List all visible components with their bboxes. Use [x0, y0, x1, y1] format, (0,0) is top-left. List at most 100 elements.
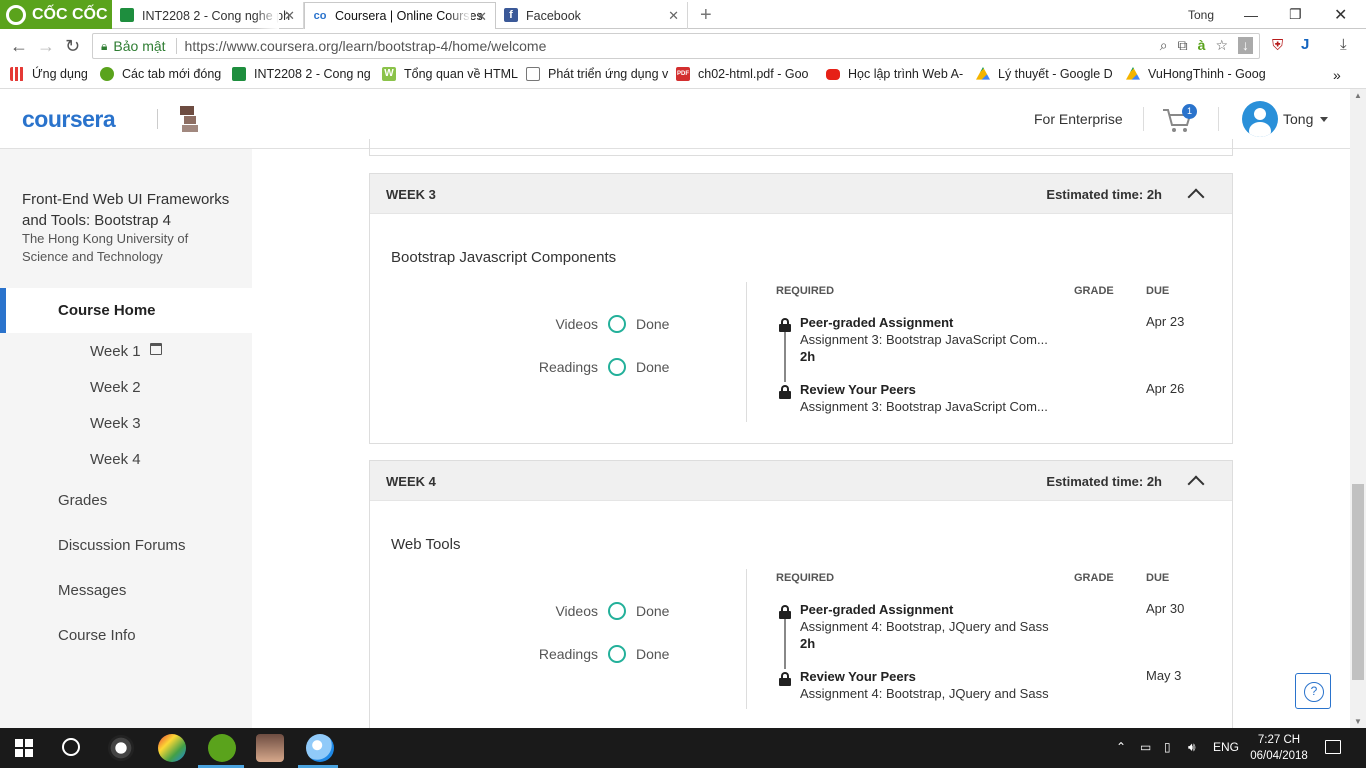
caret-down-icon[interactable]: [1320, 117, 1328, 122]
game-app-icon[interactable]: [256, 734, 284, 762]
close-tab-icon[interactable]: ✕: [284, 8, 295, 24]
due-date: May 3: [1146, 668, 1182, 683]
close-window-icon[interactable]: ✕: [1334, 0, 1347, 29]
translate-icon[interactable]: ⧉: [1178, 37, 1188, 54]
battery-icon[interactable]: ▯: [1164, 740, 1171, 754]
sheets-icon: [120, 8, 134, 22]
assignment-item[interactable]: Review Your Peers Assignment 4: Bootstra…: [800, 668, 1049, 702]
week-3-card: WEEK 3 Estimated time: 2h Bootstrap Java…: [369, 173, 1233, 444]
sidebar-item-course-info[interactable]: Course Info: [58, 627, 136, 644]
bootstrap-course-logo-icon[interactable]: [178, 104, 202, 134]
ublock-icon[interactable]: ⛨: [1272, 37, 1283, 54]
notification-icon[interactable]: [1325, 740, 1341, 754]
due-date: Apr 30: [1146, 601, 1185, 616]
coursera-favicon-icon: co: [313, 9, 327, 23]
bookmark-youtube[interactable]: Học lập trình Web A-: [826, 67, 963, 81]
forward-arrow-icon[interactable]: →: [37, 36, 55, 57]
browser-brand-button[interactable]: CỐC CỐC: [0, 0, 112, 29]
tab-coursera[interactable]: co Coursera | Online Courses ✕: [304, 2, 496, 29]
tab-bar: CỐC CỐC INT2208 2 - Cong nghe ph ✕ co Co…: [0, 0, 1366, 29]
scroll-down-icon[interactable]: ▼: [1354, 717, 1362, 726]
download-icon[interactable]: ↓: [1238, 37, 1253, 54]
show-hidden-icons-icon[interactable]: ⌃: [1116, 740, 1126, 754]
assignment-item[interactable]: Peer-graded Assignment Assignment 4: Boo…: [800, 601, 1049, 652]
close-tab-icon[interactable]: ✕: [668, 8, 679, 24]
coccoc-logo-icon: [6, 4, 26, 25]
network-icon[interactable]: ▭: [1140, 740, 1151, 754]
url-text[interactable]: https://www.coursera.org/learn/bootstrap…: [185, 38, 547, 54]
sidebar-item-week-3[interactable]: Week 3: [90, 415, 141, 432]
username[interactable]: Tong: [1283, 111, 1313, 127]
progress-readings: Readings Done: [538, 645, 670, 663]
bookmark-ly-thuyet[interactable]: Lý thuyết - Google D: [976, 67, 1113, 81]
help-button[interactable]: ?: [1295, 673, 1331, 709]
bookmark-html[interactable]: W Tổng quan về HTML: [382, 67, 518, 81]
assignment-item[interactable]: Review Your Peers Assignment 3: Bootstra…: [800, 381, 1048, 415]
language-indicator[interactable]: ENG: [1213, 740, 1239, 754]
paint-app-icon[interactable]: [306, 734, 334, 762]
volume-icon[interactable]: 🔊︎: [1188, 740, 1196, 755]
chevron-up-icon[interactable]: [1187, 188, 1205, 206]
bookmark-pdf[interactable]: PDF ch02-html.pdf - Goo: [676, 67, 808, 81]
tab-int2208[interactable]: INT2208 2 - Cong nghe ph ✕: [112, 2, 304, 29]
clock[interactable]: 7:27 CH 06/04/2018: [1248, 732, 1310, 764]
tab-label: Facebook: [526, 8, 581, 23]
more-bookmarks-icon[interactable]: »: [1333, 67, 1341, 83]
bookmark-closed-tabs[interactable]: Các tab mới đóng: [100, 67, 221, 81]
sidebar-item-week-1[interactable]: Week 1: [90, 343, 141, 360]
minimize-icon[interactable]: —: [1244, 0, 1258, 29]
week-label: WEEK 4: [386, 474, 436, 489]
bookmark-apps[interactable]: Ứng dụng: [10, 67, 88, 81]
color-app-icon[interactable]: [158, 734, 186, 762]
search-icon[interactable]: [62, 738, 80, 756]
bookmark-vuhongthinh[interactable]: VuHongThinh - Goog: [1126, 67, 1266, 81]
tab-facebook[interactable]: f Facebook ✕: [496, 2, 688, 29]
avatar[interactable]: [1242, 101, 1278, 137]
help-question-icon: ?: [1304, 682, 1324, 702]
scroll-thumb[interactable]: [1352, 484, 1364, 680]
sidebar-item-messages[interactable]: Messages: [58, 582, 126, 599]
sidebar-item-week-2[interactable]: Week 2: [90, 379, 141, 396]
week-4-card: WEEK 4 Estimated time: 2h Web Tools Vide…: [369, 460, 1233, 728]
lesson-title[interactable]: Bootstrap Javascript Components: [391, 249, 616, 266]
browser-user-label[interactable]: Tong: [1188, 0, 1214, 29]
sidebar-item-grades[interactable]: Grades: [58, 492, 107, 509]
security-label: Bảo mật: [113, 38, 166, 54]
scroll-up-icon[interactable]: ▲: [1354, 91, 1362, 100]
reload-icon[interactable]: ↻: [65, 36, 80, 57]
lock-icon: [779, 605, 791, 619]
downloads-icon[interactable]: ⤓: [1340, 36, 1347, 53]
star-icon[interactable]: ☆: [1215, 37, 1228, 54]
coccoc-a-icon[interactable]: à: [1198, 37, 1206, 54]
lock-icon: [779, 672, 791, 686]
for-enterprise-link[interactable]: For Enterprise: [1034, 111, 1123, 127]
chevron-up-icon[interactable]: [1187, 475, 1205, 493]
course-institution: The Hong Kong University of Science and …: [22, 231, 189, 264]
sidebar-item-discussion-forums[interactable]: Discussion Forums: [58, 537, 186, 554]
back-arrow-icon[interactable]: ←: [10, 36, 28, 57]
main-content: WEEK 3 Estimated time: 2h Bootstrap Java…: [252, 139, 1350, 728]
close-tab-icon[interactable]: ✕: [476, 9, 487, 25]
padlock-icon: 🔒︎: [101, 38, 108, 53]
week-3-header[interactable]: WEEK 3 Estimated time: 2h: [370, 174, 1232, 214]
bookmark-phat-trien[interactable]: Phát triển ứng dụng v: [526, 67, 668, 81]
sheets-icon: [232, 67, 246, 81]
zoom-icon[interactable]: ⌕: [1160, 37, 1168, 54]
grade-header: GRADE: [1074, 285, 1114, 297]
course-title[interactable]: Front-End Web UI Frameworks and Tools: B…: [22, 189, 237, 231]
coccoc-taskbar-icon[interactable]: [208, 734, 236, 762]
sidebar-item-week-4[interactable]: Week 4: [90, 451, 141, 468]
lesson-title[interactable]: Web Tools: [391, 536, 461, 553]
maximize-icon[interactable]: ❐: [1289, 0, 1302, 29]
week-4-header[interactable]: WEEK 4 Estimated time: 2h: [370, 461, 1232, 501]
new-tab-button[interactable]: +: [700, 4, 712, 27]
bookmark-int2208[interactable]: INT2208 2 - Cong ng: [232, 67, 371, 81]
media-app-icon[interactable]: [108, 735, 134, 761]
coursera-logo[interactable]: coursera: [22, 106, 116, 133]
assignment-item[interactable]: Peer-graded Assignment Assignment 3: Boo…: [800, 314, 1048, 365]
sidebar-item-course-home[interactable]: Course Home: [0, 288, 252, 333]
windows-start-icon[interactable]: [15, 739, 33, 757]
extension-j-icon[interactable]: J: [1301, 36, 1309, 53]
url-bar[interactable]: 🔒︎ Bảo mật https://www.coursera.org/lear…: [92, 33, 1260, 59]
page-scrollbar[interactable]: ▲ ▼: [1350, 89, 1366, 728]
